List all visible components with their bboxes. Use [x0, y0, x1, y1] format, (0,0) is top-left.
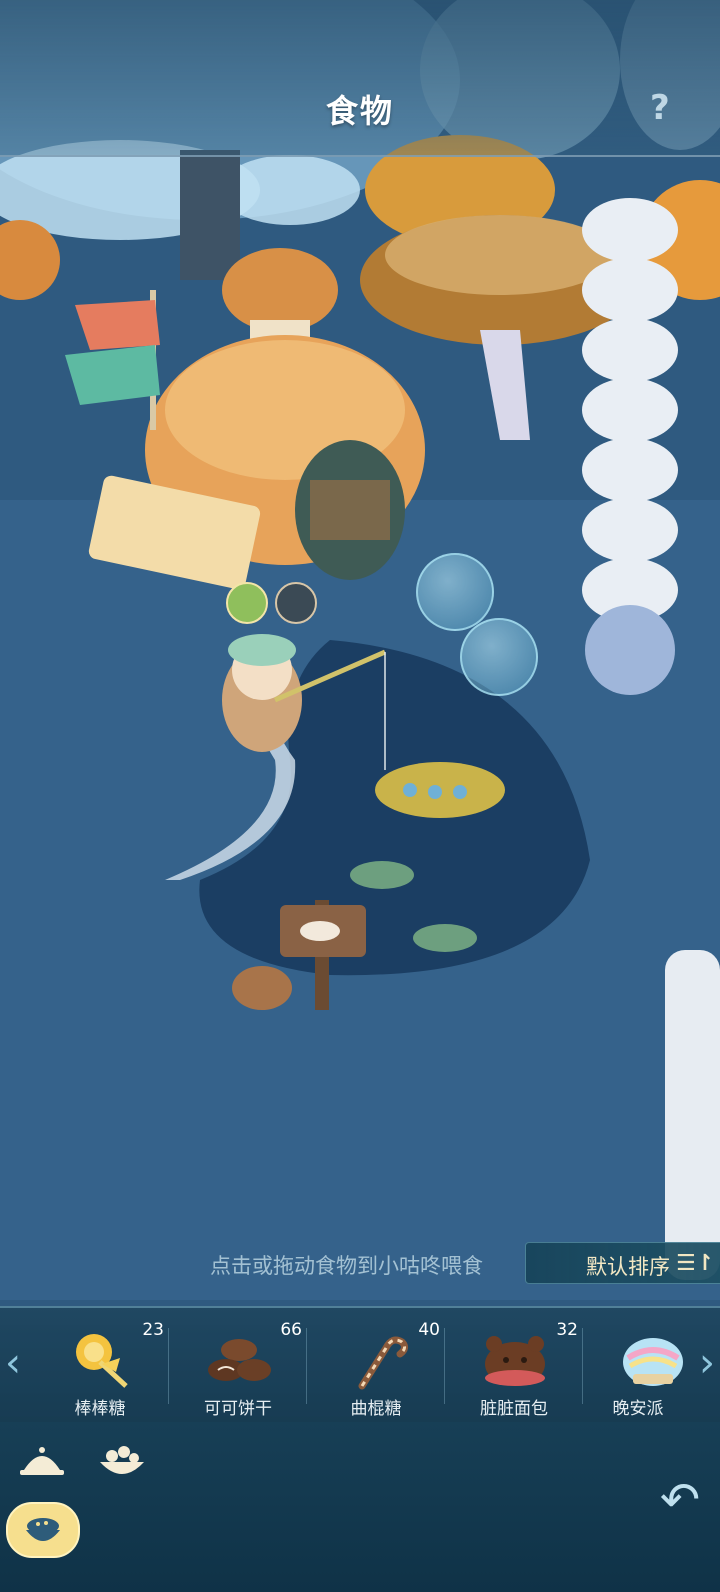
scroll-right-arrow-icon[interactable]: ›	[696, 1338, 718, 1388]
paw-bubble[interactable]	[416, 553, 494, 631]
candy-cane-icon	[358, 1336, 409, 1390]
rice-bowl-tab[interactable]	[6, 1502, 80, 1558]
question-mark-icon[interactable]: ?	[650, 88, 670, 128]
feeding-hint: 点击或拖动食物到小咕咚喂食	[210, 1254, 483, 1278]
food-slot-goodnight-pie[interactable]: 晚安派	[582, 1308, 694, 1422]
food-name: 可可饼干	[204, 1399, 272, 1419]
cocoa-cookie-icon	[208, 1339, 271, 1381]
goodnight-pie-icon	[623, 1338, 683, 1386]
food-count: 66	[280, 1320, 302, 1340]
food-slot-dirty-bread[interactable]: 32 脏脏面包	[444, 1308, 584, 1422]
cloche-icon[interactable]	[12, 1436, 72, 1486]
header-bar: 食物 ?	[0, 0, 720, 157]
bakery-roof-bun	[222, 248, 338, 332]
paw-bubble[interactable]	[460, 618, 538, 696]
energy-status-icon	[226, 582, 268, 624]
sort-button[interactable]: 默认排序 ☰↾	[525, 1242, 720, 1284]
basket	[232, 966, 292, 1010]
snack-bowl-icon[interactable]	[92, 1436, 152, 1486]
food-name: 晚安派	[612, 1399, 664, 1419]
food-name: 曲棍糖	[350, 1399, 402, 1419]
lollipop-icon	[76, 1334, 128, 1388]
scroll-left-arrow-icon[interactable]: ‹	[2, 1338, 24, 1388]
food-slot-cocoa-cookie[interactable]: 66 可可饼干	[168, 1308, 308, 1422]
food-slot-candy-cane[interactable]: 40 曲棍糖	[306, 1308, 446, 1422]
food-slot-lollipop[interactable]: 23 棒棒糖	[30, 1308, 170, 1422]
food-name: 脏脏面包	[480, 1399, 548, 1419]
sad-face-icon	[275, 582, 317, 624]
page-title: 食物	[325, 92, 394, 130]
sort-button-label: 默认排序	[586, 1255, 670, 1279]
food-shelf: ‹ 23 棒棒糖 66 可可饼干 40 曲棍糖 32 脏脏面包 晚安派 ›	[0, 1306, 720, 1424]
rice-bowl-icon	[26, 1518, 60, 1541]
food-name: 棒棒糖	[74, 1399, 126, 1419]
dirty-bread-icon	[485, 1336, 545, 1386]
food-count: 32	[556, 1320, 578, 1340]
food-count: 40	[418, 1320, 440, 1340]
food-count: 23	[142, 1320, 164, 1340]
category-bar: ↶	[0, 1422, 720, 1592]
sort-icon: ☰↾	[676, 1251, 715, 1276]
back-arrow-icon[interactable]: ↶	[650, 1472, 710, 1532]
